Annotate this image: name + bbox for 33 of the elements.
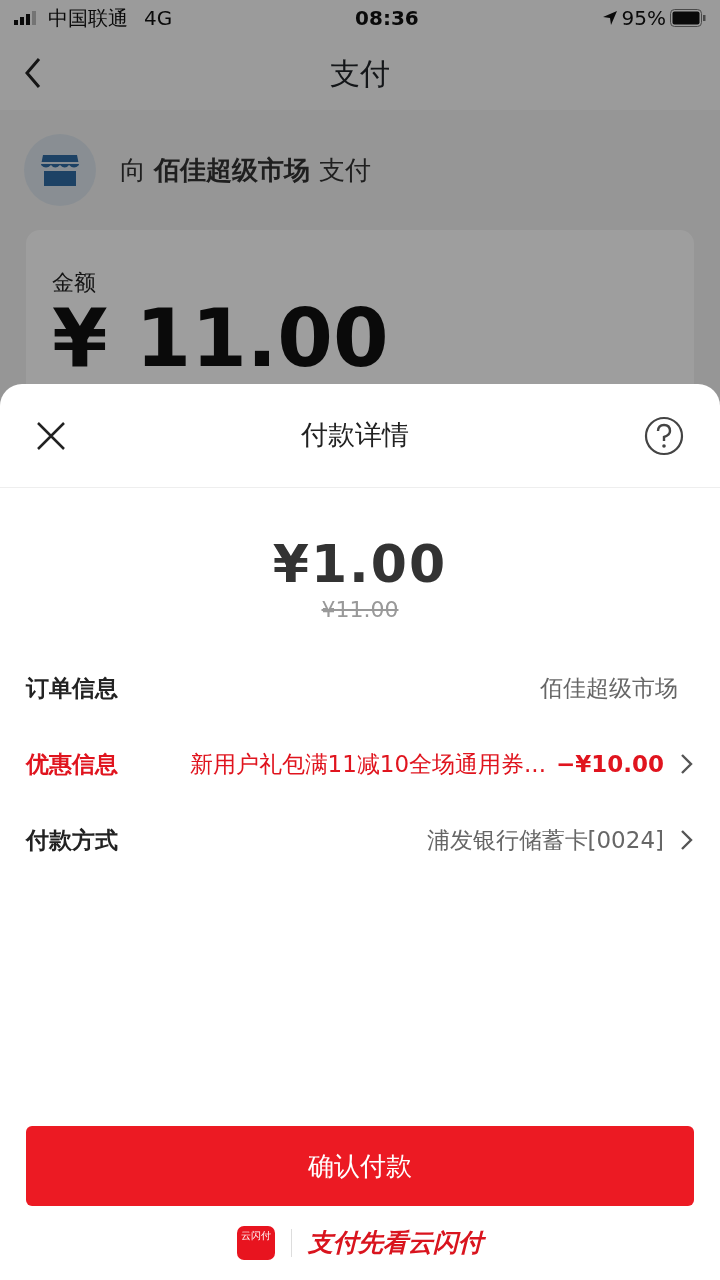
sheet-title: 付款详情 — [301, 419, 409, 451]
row-value: 浦发银行储蓄卡[0024] — [426, 825, 664, 855]
original-amount: ¥11.00 — [321, 597, 399, 623]
help-icon — [644, 415, 684, 456]
battery-icon — [670, 9, 706, 27]
page-title: 支付 — [330, 55, 390, 91]
close-button[interactable] — [36, 420, 66, 451]
store-icon — [40, 153, 80, 187]
row-value: 新用户礼包满11减10全场通用券... — [189, 749, 546, 779]
amount-value: ¥ 11.00 — [52, 292, 389, 385]
row-label: 优惠信息 — [26, 749, 118, 779]
app-icon: 云闪付 — [237, 1226, 275, 1260]
help-button[interactable] — [644, 415, 684, 456]
back-icon — [24, 57, 42, 89]
discount-amount: −¥10.00 — [555, 749, 664, 779]
carrier-name: 中国联通 — [48, 5, 128, 32]
network-type: 4G — [144, 5, 173, 32]
chevron-right-icon — [680, 753, 694, 776]
payment-amount: ¥1.00 — [272, 534, 448, 594]
list-row[interactable]: 优惠信息 新用户礼包满11减10全场通用券... −¥10.00 — [0, 726, 720, 803]
close-icon — [36, 420, 66, 451]
confirm-button[interactable]: 确认付款 — [26, 1126, 694, 1206]
row-label: 订单信息 — [26, 673, 118, 703]
row-label: 付款方式 — [26, 825, 118, 855]
clock-time: 08:36 — [355, 6, 419, 30]
payee-text: 向 佰佳超级市场 支付 — [120, 153, 371, 187]
back-button[interactable] — [24, 57, 42, 89]
list-row[interactable]: 付款方式 浦发银行储蓄卡[0024] — [0, 802, 720, 879]
row-value: 佰佳超级市场 — [540, 673, 678, 703]
battery-percent: 95% — [621, 5, 666, 32]
location-arrow-icon — [601, 10, 618, 26]
amount-label: 金额 — [52, 270, 96, 295]
chevron-right-icon — [680, 829, 694, 852]
